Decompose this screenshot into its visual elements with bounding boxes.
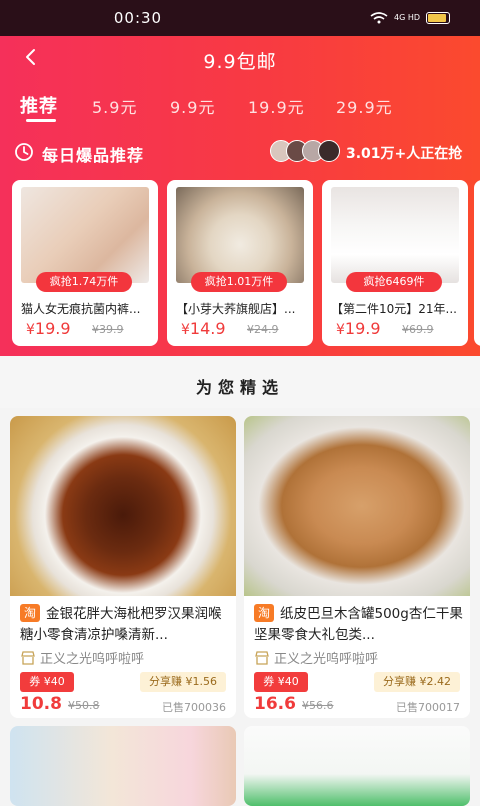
grabbing-count: 3.01万+人正在抢 (346, 146, 463, 162)
price-value: 19.9 (34, 319, 71, 338)
hot-items-carousel: 疯抢1.74万件 猫人女无痕抗菌内裤... ¥19.9 ¥39.9 疯抢1.01… (12, 180, 480, 346)
tab-5-9[interactable]: 5.9元 (92, 94, 137, 118)
taobao-badge-icon: 淘 (254, 604, 274, 622)
original-price: ¥50.8 (68, 699, 100, 712)
product-card[interactable] (10, 726, 236, 806)
product-card[interactable] (244, 726, 470, 806)
product-title: 淘纸皮巴旦木含罐500g杏仁干果坚果零食大礼包类... (254, 604, 464, 646)
product-price: ¥19.9 (26, 319, 71, 338)
nav-bar: 9.9包邮 (0, 36, 480, 82)
product-price: 10.8 (20, 694, 62, 714)
original-price: ¥39.9 (92, 323, 124, 336)
shop-name[interactable]: 正义之光呜呼啦呼 (20, 648, 144, 667)
hot-item-card[interactable]: 疯抢1.01万件 【小芽大荞旗舰店】... ¥14.9 ¥24.9 (167, 180, 313, 346)
avatar-group (270, 140, 340, 162)
shop-name-text: 正义之光呜呼啦呼 (40, 652, 145, 667)
daily-hot-title: 每日爆品推荐 (42, 146, 145, 165)
tab-9-9[interactable]: 9.9元 (170, 94, 215, 118)
tab-recommend[interactable]: 推荐 (20, 92, 58, 118)
shop-name-text: 正义之光呜呼啦呼 (274, 652, 379, 667)
original-price: ¥24.9 (247, 323, 279, 336)
shop-name[interactable]: 正义之光呜呼啦呼 (254, 648, 378, 667)
daily-hot-header: 每日爆品推荐 3.01万+人正在抢 (0, 140, 480, 165)
currency-symbol: ¥ (336, 322, 345, 338)
coupon-badge[interactable]: 券 ¥40 (20, 672, 74, 692)
price-value: 19.9 (344, 319, 381, 338)
product-title-text: 纸皮巴旦木含罐500g杏仁干果坚果零食大礼包类... (254, 606, 463, 643)
price-value: 14.9 (189, 319, 226, 338)
product-price: ¥14.9 (181, 319, 226, 338)
coupon-badge[interactable]: 券 ¥40 (254, 672, 308, 692)
status-bar: 00:30 4G HD (0, 0, 480, 36)
product-name: 【第二件10元】21年... (331, 302, 457, 316)
signal-icon: 4G HD (393, 13, 420, 22)
product-title-text: 金银花胖大海枇杷罗汉果润喉糖小零食清凉护嗓清新... (20, 606, 222, 643)
shop-icon (255, 651, 269, 665)
tab-19-9[interactable]: 19.9元 (248, 94, 305, 118)
sold-count: 已售700036 (162, 701, 226, 714)
share-earn-badge[interactable]: 分享赚 ¥1.56 (140, 672, 226, 692)
avatar (318, 140, 340, 162)
hot-item-card[interactable]: 疯抢1.74万件 猫人女无痕抗菌内裤... ¥19.9 ¥39.9 (12, 180, 158, 346)
sold-count: 已售700017 (396, 701, 460, 714)
rush-badge: 疯抢6469件 (346, 272, 442, 292)
product-image (244, 416, 470, 596)
product-name: 猫人女无痕抗菌内裤... (21, 302, 141, 316)
product-name: 【小芽大荞旗舰店】... (176, 302, 296, 316)
taobao-badge-icon: 淘 (20, 604, 40, 622)
section-title: 为您精选 (0, 374, 480, 398)
product-card[interactable]: 淘金银花胖大海枇杷罗汉果润喉糖小零食清凉护嗓清新... 正义之光呜呼啦呼 券 ¥… (10, 416, 236, 718)
tab-29-9[interactable]: 29.9元 (336, 94, 393, 118)
rush-badge: 疯抢1.01万件 (191, 272, 287, 292)
product-image (21, 187, 149, 283)
share-earn-badge[interactable]: 分享赚 ¥2.42 (374, 672, 460, 692)
battery-icon (426, 12, 450, 24)
rush-badge: 疯抢1.74万件 (36, 272, 132, 292)
product-image (176, 187, 304, 283)
product-image (10, 416, 236, 596)
price-tabs: 推荐 5.9元 9.9元 19.9元 29.9元 (0, 92, 480, 124)
clock-icon (15, 143, 33, 161)
product-title: 淘金银花胖大海枇杷罗汉果润喉糖小零食清凉护嗓清新... (20, 604, 230, 646)
page-title: 9.9包邮 (203, 51, 277, 73)
original-price: ¥69.9 (402, 323, 434, 336)
shop-icon (21, 651, 35, 665)
product-card[interactable]: 淘纸皮巴旦木含罐500g杏仁干果坚果零食大礼包类... 正义之光呜呼啦呼 券 ¥… (244, 416, 470, 718)
status-icons: 4G HD (370, 12, 450, 24)
currency-symbol: ¥ (26, 322, 35, 338)
original-price: ¥56.6 (302, 699, 334, 712)
hot-item-card-peek[interactable] (474, 180, 480, 346)
currency-symbol: ¥ (181, 322, 190, 338)
product-price: 16.6 (254, 694, 296, 714)
product-image (331, 187, 459, 283)
product-price: ¥19.9 (336, 319, 381, 338)
wifi-icon (370, 12, 388, 24)
hot-item-card[interactable]: 疯抢6469件 【第二件10元】21年... ¥19.9 ¥69.9 (322, 180, 468, 346)
tab-active-indicator (26, 119, 56, 122)
status-time: 00:30 (113, 9, 163, 27)
